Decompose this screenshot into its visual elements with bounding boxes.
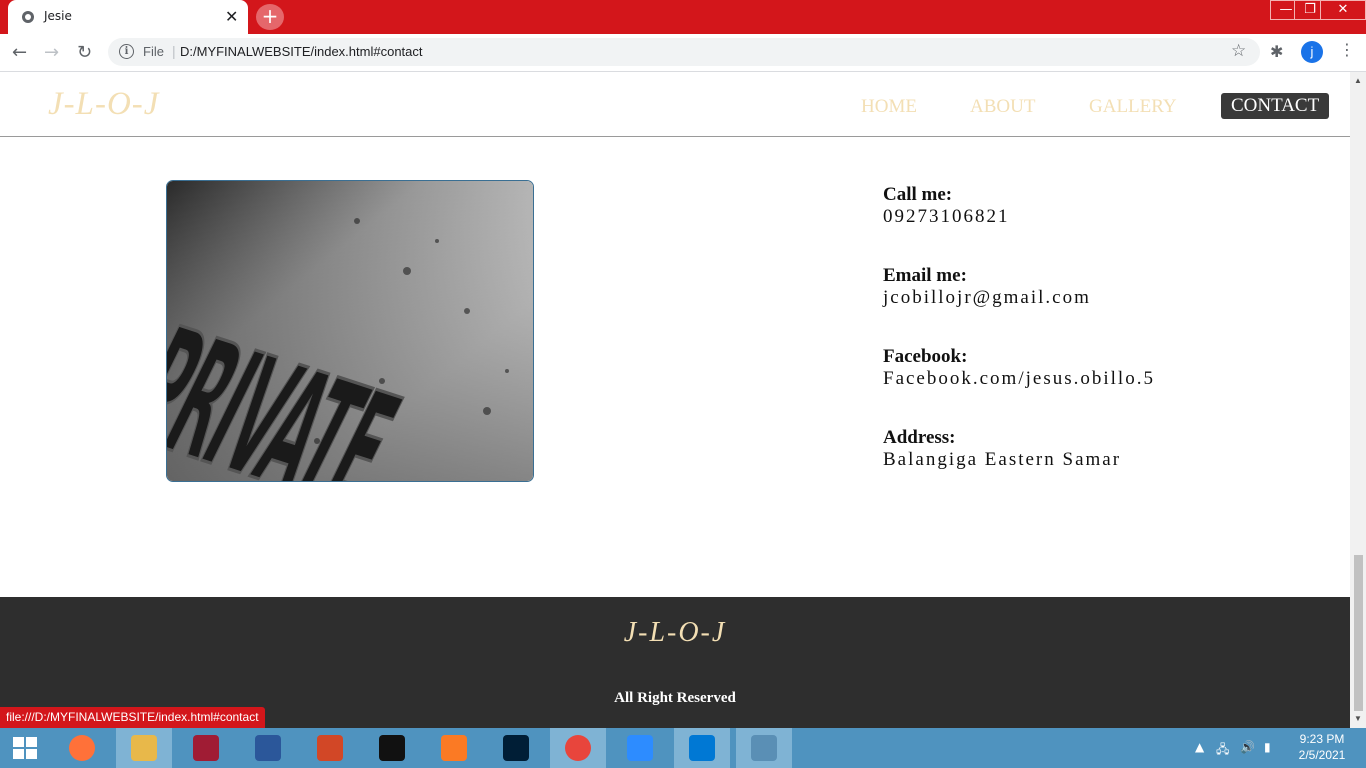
globe-icon — [22, 11, 34, 23]
taskbar-file-explorer-button[interactable] — [116, 728, 172, 768]
scroll-up-arrow-icon[interactable]: ▲ — [1354, 76, 1362, 85]
back-arrow-icon[interactable]: ← — [12, 42, 27, 63]
network-icon[interactable]: 🖧 — [1216, 740, 1229, 761]
taskbar-xampp-button[interactable] — [426, 728, 482, 768]
file-explorer-icon — [131, 735, 157, 761]
private-sign-image: PRIVATE — [167, 181, 533, 481]
nav-gallery-link[interactable]: GALLERY — [1089, 96, 1177, 118]
taskbar-chrome-button[interactable] — [550, 728, 606, 768]
private-sign-photo: PRIVATE — [166, 180, 534, 482]
footer-copyright: All Right Reserved — [614, 690, 736, 706]
bookmark-star-icon[interactable]: ☆ — [1231, 41, 1246, 61]
url-separator: | — [172, 43, 176, 59]
taskbar-powerpoint-button[interactable] — [302, 728, 358, 768]
reload-icon[interactable]: ↻ — [77, 42, 92, 63]
taskbar-zoom-button[interactable] — [612, 728, 668, 768]
contact-address-label: Address: — [883, 427, 956, 448]
tray-chevron-icon[interactable]: ▲ — [1195, 740, 1204, 754]
photos-icon — [751, 735, 777, 761]
footer-logo: J-L-O-J — [623, 617, 727, 648]
contact-phone-value: 09273106821 — [883, 206, 1010, 227]
contact-phone-label: Call me: — [883, 184, 953, 205]
scrollbar-thumb[interactable] — [1354, 555, 1363, 711]
link-status-bubble: file:///D:/MYFINALWEBSITE/index.html#con… — [0, 707, 265, 728]
xampp-icon — [441, 735, 467, 761]
windows-logo-icon — [13, 737, 37, 759]
contact-email-label: Email me: — [883, 265, 967, 286]
contact-facebook-value: Facebook.com/jesus.obillo.5 — [883, 368, 1155, 389]
battery-icon[interactable]: ▮ — [1264, 740, 1271, 754]
taskbar-firefox-button[interactable] — [54, 728, 110, 768]
site-navbar: J-L-O-J HOME ABOUT GALLERY CONTACT — [0, 72, 1350, 137]
contact-facebook: Facebook: Facebook.com/jesus.obillo.5 — [883, 346, 1155, 390]
contact-address-value: Balangiga Eastern Samar — [883, 449, 1122, 470]
contact-email: Email me: jcobillojr@gmail.com — [883, 265, 1091, 309]
clock-date: 2/5/2021 — [1298, 748, 1346, 762]
contact-facebook-label: Facebook: — [883, 346, 968, 367]
clock-time: 9:23 PM — [1299, 732, 1345, 746]
scroll-down-arrow-icon[interactable]: ▼ — [1354, 714, 1362, 723]
volume-icon[interactable]: 🔊 — [1240, 740, 1255, 754]
chrome-icon — [565, 735, 591, 761]
url-text[interactable]: D:/MYFINALWEBSITE/index.html#contact — [180, 44, 423, 59]
more-menu-icon[interactable]: ⋮ — [1339, 40, 1355, 59]
extensions-icon[interactable]: ✱ — [1270, 42, 1283, 61]
taskbar-photoshop-button[interactable] — [488, 728, 544, 768]
nav-about-link[interactable]: ABOUT — [970, 96, 1035, 118]
tab-close-icon[interactable]: ✕ — [225, 7, 238, 26]
mendeley-icon — [193, 735, 219, 761]
windows-taskbar: ▲ 🖧 🔊 ▮ 9:23 PM 2/5/2021 — [0, 728, 1366, 768]
site-logo[interactable]: J-L-O-J — [48, 86, 159, 123]
taskbar-word-button[interactable] — [240, 728, 296, 768]
powerpoint-icon — [317, 735, 343, 761]
browser-tab[interactable]: Jesie ✕ — [8, 0, 248, 34]
contact-email-value: jcobillojr@gmail.com — [883, 287, 1091, 308]
taskbar-photos-button[interactable] — [736, 728, 792, 768]
system-clock[interactable]: 9:23 PM 2/5/2021 — [1296, 731, 1348, 763]
firefox-icon — [69, 735, 95, 761]
taskbar-command-prompt-button[interactable] — [364, 728, 420, 768]
browser-titlebar: Jesie ✕ + — ❐ ✕ — [0, 0, 1366, 34]
start-button[interactable] — [0, 728, 50, 768]
url-scheme-label: File — [143, 44, 164, 59]
taskbar-mendeley-button[interactable] — [178, 728, 234, 768]
contact-address: Address: Balangiga Eastern Samar — [883, 427, 1121, 471]
contact-phone: Call me: 09273106821 — [883, 184, 1010, 228]
forward-arrow-icon[interactable]: → — [44, 42, 59, 63]
page-scrollbar[interactable]: ▲ ▼ — [1350, 72, 1366, 728]
taskbar-vscode-button[interactable] — [674, 728, 730, 768]
profile-avatar[interactable]: j — [1301, 41, 1323, 63]
command-prompt-icon — [379, 735, 405, 761]
browser-toolbar: ← → ↻ i File | D:/MYFINALWEBSITE/index.h… — [0, 34, 1366, 72]
nav-contact-link[interactable]: CONTACT — [1221, 93, 1330, 119]
new-tab-button[interactable]: + — [256, 4, 284, 30]
close-window-button[interactable]: ✕ — [1320, 0, 1366, 20]
page-viewport: J-L-O-J HOME ABOUT GALLERY CONTACT PRIVA… — [0, 72, 1350, 728]
nav-home-link[interactable]: HOME — [861, 96, 917, 118]
vscode-icon — [689, 735, 715, 761]
zoom-icon — [627, 735, 653, 761]
tab-title: Jesie — [44, 9, 72, 23]
photoshop-icon — [503, 735, 529, 761]
word-icon — [255, 735, 281, 761]
address-bar[interactable]: i File | D:/MYFINALWEBSITE/index.html#co… — [108, 38, 1260, 66]
site-info-icon[interactable]: i — [119, 44, 134, 59]
